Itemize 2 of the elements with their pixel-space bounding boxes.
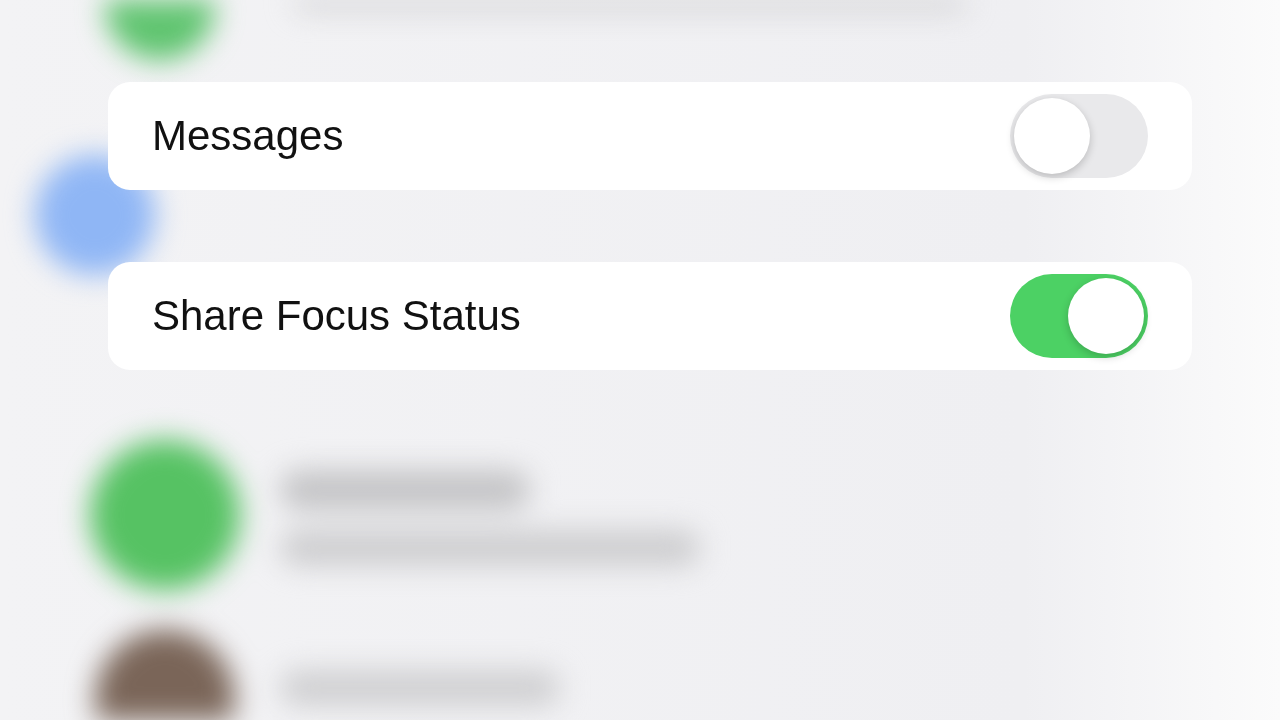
row-label: Messages (152, 112, 344, 160)
row-label: Share Focus Status (152, 292, 521, 340)
